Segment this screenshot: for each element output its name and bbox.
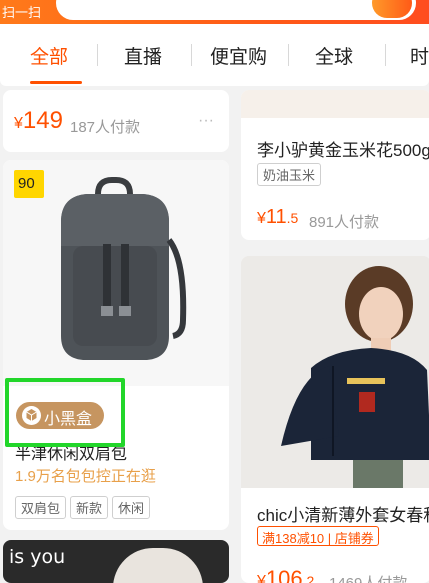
tab-more[interactable]: 时 <box>410 42 429 69</box>
tag: 奶油玉米 <box>257 163 322 186</box>
product-card-popcorn[interactable]: 李小驴黄金玉米花500g 奶油玉米 ¥11.5 891人付款 <box>241 90 429 240</box>
product-title: 李小驴黄金玉米花500g <box>257 141 429 160</box>
price-decimal: .5 <box>286 210 299 226</box>
active-tab-indicator <box>30 81 82 84</box>
price-symbol: ¥ <box>257 573 266 583</box>
tab-divider <box>385 44 386 66</box>
product-title: chic小清新薄外套女春秋 <box>257 506 429 525</box>
price-value: 11 <box>265 206 287 228</box>
price-symbol: ¥ <box>257 210 266 227</box>
product-image <box>241 90 429 118</box>
tag: 新款 <box>70 496 109 519</box>
price-value: 106 <box>265 566 303 583</box>
sold-count: 1469人付款 <box>329 572 407 583</box>
tab-cheap-buy[interactable]: 便宜购 <box>210 42 267 69</box>
photo-overlay-text: is you <box>9 546 66 568</box>
scan-button[interactable]: 扫一扫 <box>2 2 41 21</box>
highlight-box <box>5 378 125 447</box>
tab-all[interactable]: 全部 <box>30 42 68 69</box>
more-options-icon[interactable]: ··· <box>198 112 214 130</box>
tab-global[interactable]: 全球 <box>315 42 353 69</box>
category-tabs: 全部 直播 便宜购 全球 时 <box>0 24 429 86</box>
search-input[interactable] <box>56 0 416 20</box>
product-subtitle: 1.9万名包包控正在逛 <box>15 468 156 485</box>
tag: 休闲 <box>112 496 151 519</box>
product-card-jacket[interactable]: chic小清新薄外套女春秋 满138减10 | 店铺券 ¥106.2 1469人… <box>241 256 429 583</box>
product-image <box>113 548 203 583</box>
tab-live[interactable]: 直播 <box>124 42 162 69</box>
coupon-type: 店铺券 <box>334 531 374 546</box>
corner-badge: 90 <box>14 170 44 198</box>
price-symbol: ¥ <box>14 115 23 132</box>
product-card-backpack[interactable]: 90 半津休闲双肩包 1.9万名包包控正在逛 双肩包 新款 休闲 <box>3 160 229 530</box>
coupon-discount: 满138减10 <box>262 531 325 546</box>
product-card-photo[interactable]: is you <box>3 540 229 583</box>
tag: 双肩包 <box>15 496 67 519</box>
tab-divider <box>97 44 98 66</box>
product-card-backpack-price[interactable]: ¥149 187人付款 ··· <box>3 90 229 152</box>
price-decimal: .2 <box>302 573 315 583</box>
sold-count: 891人付款 <box>309 214 380 231</box>
tab-divider <box>288 44 289 66</box>
price-value: 149 <box>22 107 63 134</box>
top-search-bar: 扫一扫 <box>0 0 429 24</box>
product-tags: 双肩包 新款 休闲 <box>15 496 154 519</box>
coupon-tag[interactable]: 满138减10 | 店铺券 <box>257 526 379 546</box>
tab-divider <box>191 44 192 66</box>
sold-count: 187人付款 <box>70 119 141 136</box>
product-image <box>241 256 429 488</box>
